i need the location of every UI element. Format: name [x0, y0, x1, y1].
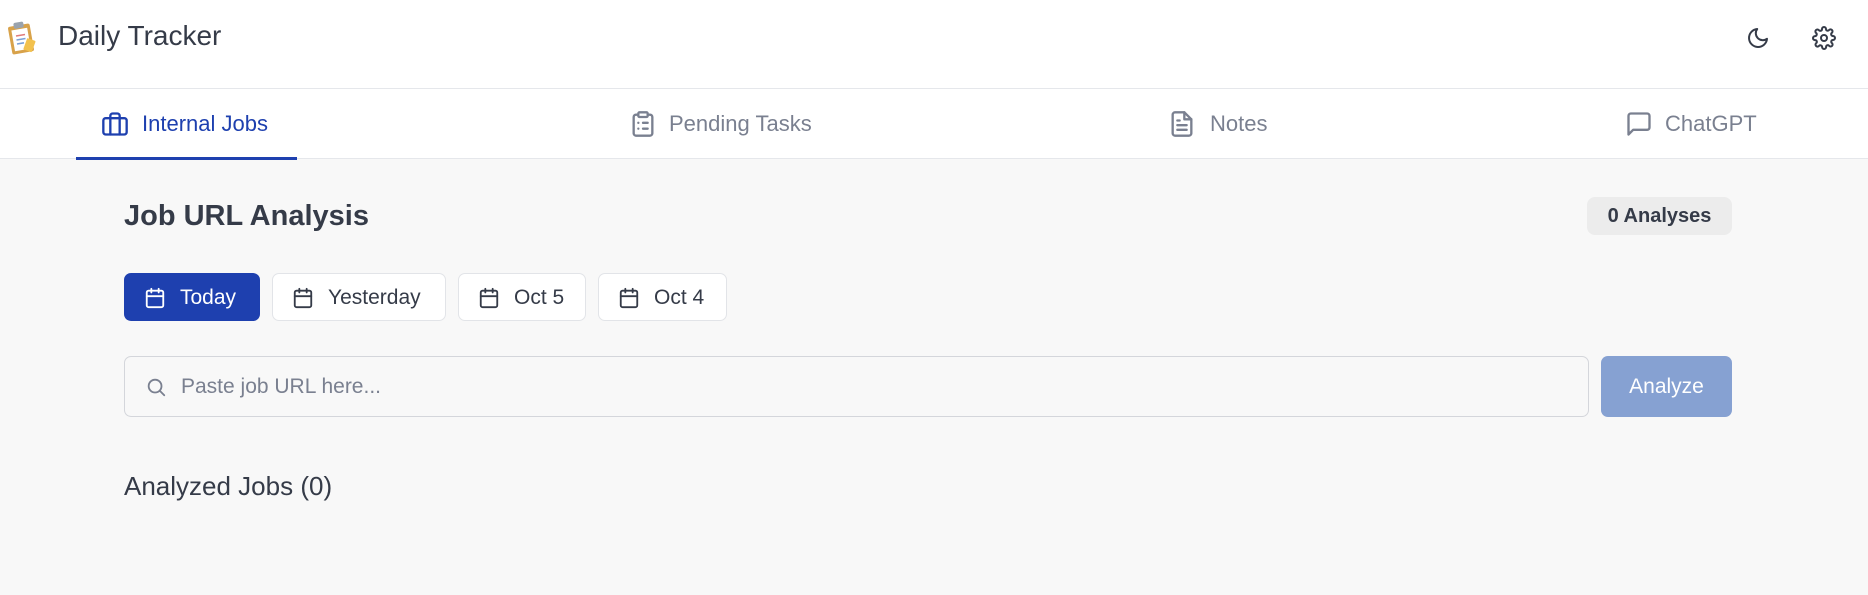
- calendar-icon: [478, 287, 500, 309]
- search-icon: [145, 376, 167, 398]
- date-filter-label: Oct 5: [514, 286, 565, 309]
- active-tab-indicator: [76, 157, 297, 160]
- date-filter-oct-5[interactable]: Oct 5: [458, 273, 586, 321]
- tab-internal-jobs[interactable]: Internal Jobs: [76, 89, 297, 160]
- analyzed-jobs-heading: Analyzed Jobs (0): [124, 471, 333, 501]
- tab-pending-tasks[interactable]: Pending Tasks: [620, 89, 840, 159]
- tab-label: Notes: [1210, 111, 1268, 136]
- page-title: Job URL Analysis: [124, 200, 369, 232]
- app-title: Daily Tracker: [58, 20, 222, 51]
- message-square-icon: [1625, 110, 1653, 138]
- file-text-icon: [1168, 110, 1196, 138]
- date-filter-today[interactable]: Today: [124, 273, 260, 321]
- analyses-count-badge: 0 Analyses: [1587, 197, 1732, 235]
- app-header: Daily Tracker: [0, 0, 1868, 89]
- clipboard-list-icon: [629, 110, 657, 138]
- tab-label: ChatGPT: [1665, 111, 1757, 136]
- date-filter-yesterday[interactable]: Yesterday: [272, 273, 446, 321]
- date-filter-label: Today: [180, 286, 237, 309]
- analyze-button[interactable]: Analyze: [1601, 356, 1732, 417]
- theme-toggle-button[interactable]: [1742, 22, 1774, 54]
- briefcase-icon: [101, 110, 129, 138]
- tab-notes[interactable]: Notes: [1163, 89, 1303, 159]
- tab-chatgpt[interactable]: ChatGPT: [1618, 89, 1798, 159]
- tab-label: Internal Jobs: [142, 111, 268, 136]
- tab-label: Pending Tasks: [669, 111, 812, 136]
- settings-button[interactable]: [1808, 22, 1840, 54]
- calendar-icon: [144, 287, 166, 309]
- date-filter-oct-4[interactable]: Oct 4: [598, 273, 727, 321]
- calendar-icon: [618, 287, 640, 309]
- job-url-input[interactable]: [181, 357, 1571, 416]
- url-search-box: [124, 356, 1589, 417]
- calendar-icon: [292, 287, 314, 309]
- gear-icon: [1812, 26, 1836, 50]
- date-filter-label: Yesterday: [328, 286, 421, 309]
- date-filter-label: Oct 4: [654, 286, 705, 309]
- moon-icon: [1746, 26, 1770, 50]
- tab-bar: Internal Jobs Pending Tasks Notes ChatGP…: [0, 89, 1868, 160]
- clipboard-emoji-icon: [7, 21, 37, 55]
